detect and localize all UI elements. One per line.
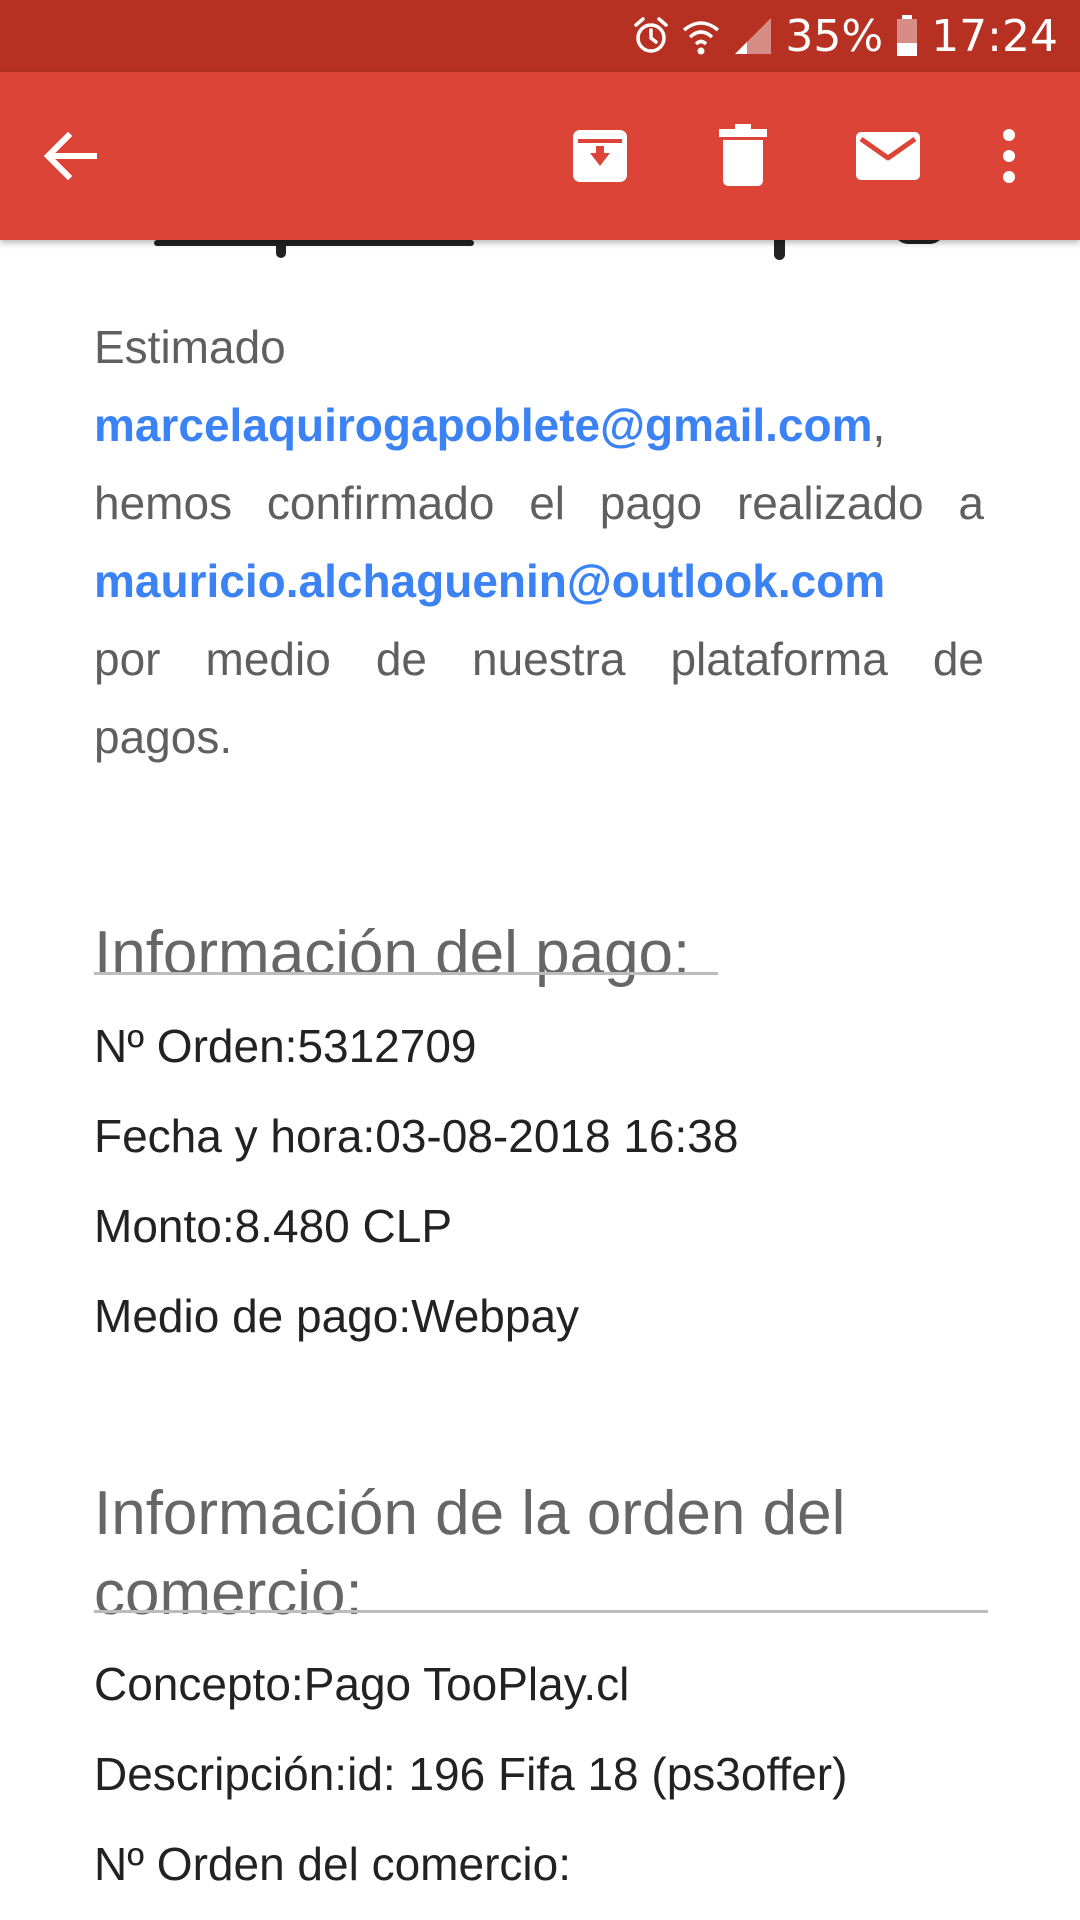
wifi-icon: [683, 21, 720, 55]
merchant-order-row: Nº Orden del comercio:: [94, 1834, 571, 1894]
confirm-text: hemos confirmado el pago realizado a: [94, 477, 984, 529]
recipient-email-link[interactable]: mauricio.alchaguenin@outlook.com: [94, 555, 885, 607]
clock: 17:24: [931, 10, 1058, 62]
more-vert-icon[interactable]: [1001, 128, 1017, 184]
order-number-row: Nº Orden:5312709: [94, 1016, 477, 1076]
scrolled-heading-fragment: [94, 240, 994, 270]
concept-value: Pago TooPlay.cl: [303, 1658, 630, 1710]
payment-info-divider: [94, 972, 718, 975]
date-time-row: Fecha y hora:03-08-2018 16:38: [94, 1106, 738, 1166]
app-bar: [0, 72, 1080, 240]
description-row: Descripción:id: 196 Fifa 18 (ps3offer): [94, 1744, 847, 1804]
amount-label: Monto:: [94, 1200, 235, 1252]
platform-text-end: pagos.: [94, 711, 233, 763]
greeting: Estimado: [94, 321, 286, 373]
signal-icon: [735, 18, 772, 54]
order-number-label: Nº Orden:: [94, 1020, 298, 1072]
archive-icon[interactable]: [570, 126, 630, 186]
payment-method-row: Medio de pago:Webpay: [94, 1286, 579, 1346]
battery-icon: [897, 15, 918, 56]
back-arrow-icon[interactable]: [40, 128, 100, 184]
description-value: id: 196 Fifa 18 (ps3offer): [347, 1748, 848, 1800]
payment-info-title: Información del pago:: [94, 919, 691, 988]
comma: ,: [872, 399, 886, 451]
battery-percent: 35%: [785, 10, 884, 62]
amount-value: 8.480 CLP: [234, 1200, 453, 1252]
order-info-title: Información de la orden del: [94, 1479, 846, 1548]
order-info-divider: [94, 1610, 988, 1613]
concept-row: Concepto:Pago TooPlay.cl: [94, 1654, 629, 1714]
order-info-title-cont: comercio:: [94, 1559, 363, 1628]
concept-label: Concepto:: [94, 1658, 304, 1710]
email-body: Estimado marcelaquirogapoblete@gmail.com…: [0, 240, 1080, 1920]
date-time-value: 03-08-2018 16:38: [375, 1110, 739, 1162]
payer-email-link[interactable]: marcelaquirogapoblete@gmail.com: [94, 399, 873, 451]
trash-icon[interactable]: [719, 124, 767, 186]
intro-paragraph: Estimado marcelaquirogapoblete@gmail.com…: [94, 308, 984, 776]
mail-icon[interactable]: [856, 132, 920, 180]
order-number-value: 5312709: [297, 1020, 477, 1072]
payment-method-value: Webpay: [411, 1290, 580, 1342]
payment-method-label: Medio de pago:: [94, 1290, 412, 1342]
platform-text: por medio de nuestra plataforma de: [94, 633, 984, 685]
description-label: Descripción:: [94, 1748, 348, 1800]
status-bar: 35% 17:24: [0, 0, 1080, 72]
amount-row: Monto:8.480 CLP: [94, 1196, 452, 1256]
merchant-order-label: Nº Orden del comercio:: [94, 1838, 571, 1890]
date-time-label: Fecha y hora:: [94, 1110, 376, 1162]
alarm-icon: [634, 17, 669, 53]
